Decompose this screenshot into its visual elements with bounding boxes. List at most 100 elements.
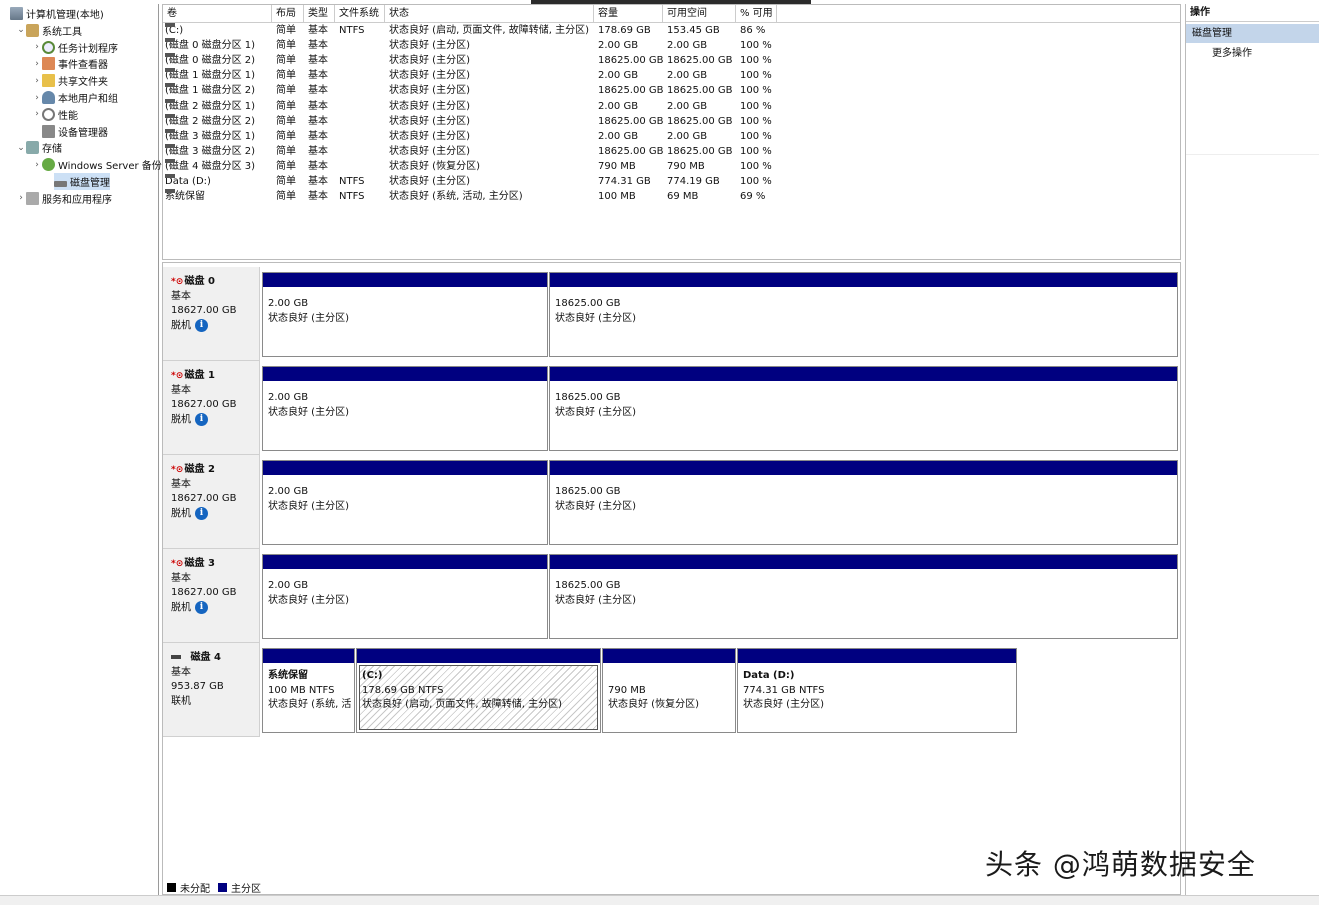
tree-item[interactable]: › 事件查看器 [0, 55, 108, 72]
tree-item-label: 设备管理器 [58, 127, 108, 139]
column-header[interactable]: 类型 [304, 5, 335, 23]
table-cell: (磁盘 4 磁盘分区 3) [165, 158, 256, 174]
collapse-chevron-icon[interactable]: › [32, 109, 42, 119]
table-cell-text: 100 % [740, 160, 772, 172]
collapse-chevron-icon[interactable]: › [32, 76, 42, 86]
tree-item[interactable]: 磁盘管理 [54, 173, 110, 190]
column-header[interactable]: 容量 [594, 5, 663, 23]
more-actions-link[interactable]: 更多操作 [1212, 46, 1252, 62]
table-cell-text: 100 % [740, 70, 772, 82]
table-cell-text: 100 % [740, 130, 772, 142]
table-row[interactable]: Data (D:) 简单 基本 NTFS 状态良好 (主分区) 774.31 GB 774.… [163, 174, 943, 189]
table-row[interactable]: (磁盘 4 磁盘分区 3) 简单 基本 状态良好 (恢复分区) 790 MB 790 MB… [163, 158, 943, 174]
disk-info-1[interactable]: *⊙ 磁盘 1 基本 18627.00 GB 脱机 i [163, 361, 260, 455]
partition[interactable]: 系统保留 100 MB NTFS 状态良好 (系统, 活动, 主分区) [262, 648, 355, 733]
collapse-chevron-icon[interactable]: › [16, 193, 26, 203]
tree-item[interactable]: 计算机管理(本地) [0, 5, 104, 22]
tree-item[interactable]: ⌄ 存储 [0, 139, 62, 156]
info-icon[interactable]: i [195, 600, 208, 614]
table-cell: 2.00 GB [598, 129, 638, 144]
table-row[interactable]: (磁盘 0 磁盘分区 2) 简单 基本 状态良好 (主分区) 18625.00 GB 18… [163, 53, 943, 68]
tree-item[interactable]: 设备管理器 [0, 123, 108, 140]
column-header[interactable]: 布局 [272, 5, 304, 23]
info-icon[interactable]: i [195, 412, 208, 426]
disk-info-2[interactable]: *⊙ 磁盘 2 基本 18627.00 GB 脱机 i [163, 455, 260, 549]
table-cell-text: 18625.00 GB [598, 85, 664, 97]
table-cell-text: 69 % [740, 191, 766, 203]
tree-item[interactable]: ⌄ 系统工具 [0, 22, 82, 39]
table-row[interactable]: (磁盘 1 磁盘分区 2) 简单 基本 状态良好 (主分区) 18625.00 GB 18… [163, 83, 943, 98]
table-cell-text: 状态良好 (主分区) [389, 70, 470, 82]
partition-size: 18625.00 GB [555, 298, 621, 309]
table-row[interactable]: (磁盘 2 磁盘分区 2) 简单 基本 状态良好 (主分区) 18625.00 GB 18… [163, 113, 943, 129]
tree-item[interactable]: › 性能 [0, 106, 78, 123]
partition[interactable]: 2.00 GB 状态良好 (主分区) [262, 366, 548, 451]
tree-item[interactable]: › 共享文件夹 [0, 72, 108, 89]
partition[interactable]: 2.00 GB 状态良好 (主分区) [262, 460, 548, 545]
table-row[interactable]: (磁盘 0 磁盘分区 1) 简单 基本 状态良好 (主分区) 2.00 GB 2.00 G… [163, 38, 943, 53]
table-cell-text: (磁盘 4 磁盘分区 3) [165, 160, 256, 172]
column-header[interactable]: 状态 [385, 5, 594, 23]
table-row[interactable]: (磁盘 1 磁盘分区 1) 简单 基本 状态良好 (主分区) 2.00 GB 2.00 G… [163, 68, 943, 83]
partition[interactable]: (C:) 178.69 GB NTFS 状态良好 (启动, 页面文件, 故障转储, … [356, 648, 601, 733]
table-cell: (C:) [165, 23, 183, 38]
tree-item[interactable]: › 本地用户和组 [0, 89, 118, 106]
table-cell-text: 简单 [276, 70, 296, 82]
table-row[interactable]: (磁盘 3 磁盘分区 1) 简单 基本 状态良好 (主分区) 2.00 GB 2.00 G… [163, 128, 943, 144]
table-cell: 18625.00 GB [598, 144, 664, 159]
table-cell-text: (磁盘 2 磁盘分区 2) [165, 115, 256, 127]
tree-item[interactable]: › 任务计划程序 [0, 39, 118, 56]
collapse-chevron-icon[interactable]: › [32, 42, 42, 52]
table-row[interactable]: (磁盘 2 磁盘分区 1) 简单 基本 状态良好 (主分区) 2.00 GB 2.00 G… [163, 98, 943, 114]
navigation-tree: 计算机管理(本地) ⌄ 系统工具 › 任务计划程序 › 事件查看器 › 共享文件夹 › 本地用户和组… [0, 4, 162, 895]
expand-chevron-icon[interactable]: ⌄ [16, 25, 26, 35]
partition[interactable]: 18625.00 GB 状态良好 (主分区) [549, 554, 1178, 639]
volume-icon [165, 113, 175, 118]
column-header[interactable]: 可用空间 [663, 5, 736, 23]
table-cell: 100 % [740, 159, 772, 174]
disk-info-3[interactable]: *⊙ 磁盘 3 基本 18627.00 GB 脱机 i [163, 549, 260, 643]
partition[interactable]: 18625.00 GB 状态良好 (主分区) [549, 272, 1178, 357]
info-icon[interactable]: i [195, 506, 208, 520]
collapse-chevron-icon[interactable]: › [32, 59, 42, 69]
tree-item[interactable]: › 服务和应用程序 [0, 190, 112, 207]
table-cell: 790 MB [598, 159, 636, 174]
table-cell: 2.00 GB [667, 68, 707, 83]
partition[interactable]: 18625.00 GB 状态良好 (主分区) [549, 366, 1178, 451]
table-cell: (磁盘 1 磁盘分区 2) [165, 83, 255, 98]
expand-chevron-icon[interactable]: ⌄ [16, 143, 26, 153]
partition[interactable]: 2.00 GB 状态良好 (主分区) [262, 272, 548, 357]
table-cell-text: 基本 [308, 160, 328, 172]
table-cell: 基本 [308, 129, 328, 144]
table-cell: 基本 [308, 83, 328, 98]
actions-disk-management[interactable]: 磁盘管理 [1186, 24, 1319, 43]
partition[interactable]: 790 MB 状态良好 (恢复分区) [602, 648, 736, 733]
table-cell: 2.00 GB [667, 38, 707, 53]
table-cell-text: 2.00 GB [598, 130, 639, 142]
partition-size: 100 MB NTFS [268, 684, 335, 696]
disk-status-text: 脱机 [171, 414, 191, 425]
info-icon[interactable]: i [195, 318, 208, 332]
table-row[interactable]: (C:) 简单 基本 NTFS 状态良好 (启动, 页面文件, 故障转储, 主分区) 17… [163, 23, 943, 38]
collapse-chevron-icon[interactable]: › [32, 160, 42, 170]
collapse-chevron-icon[interactable]: › [32, 93, 42, 103]
disk-info-4[interactable]: 磁盘 4 基本 953.87 GB 联机 [163, 643, 260, 737]
partition-text: 2.00 GB 状态良好 (主分区) [268, 485, 544, 514]
tree-item-label: Windows Server 备份 [58, 161, 162, 173]
table-cell-text: 18625.00 GB [667, 145, 733, 157]
column-header[interactable]: % 可用 [736, 5, 777, 23]
table-row[interactable]: 系统保留 简单 基本 NTFS 状态良好 (系统, 活动, 主分区) 100 MB 69 M… [163, 189, 943, 204]
disk-info-0[interactable]: *⊙ 磁盘 0 基本 18627.00 GB 脱机 i [163, 267, 260, 361]
table-cell: 简单 [276, 23, 296, 38]
column-header[interactable]: 卷 [163, 5, 272, 23]
tree-item[interactable]: › Windows Server 备份 [0, 156, 162, 173]
disk-name: *⊙ 磁盘 3 [171, 557, 259, 572]
partition[interactable]: 2.00 GB 状态良好 (主分区) [262, 554, 548, 639]
table-cell: 简单 [276, 189, 296, 204]
partition[interactable]: Data (D:) 774.31 GB NTFS 状态良好 (主分区) [737, 648, 1017, 733]
column-header[interactable]: 文件系统 [335, 5, 385, 23]
disk-size: 18627.00 GB [171, 399, 237, 410]
partition[interactable]: 18625.00 GB 状态良好 (主分区) [549, 460, 1178, 545]
partition-status: 状态良好 (启动, 页面文件, 故障转储, 主分区) [362, 699, 563, 710]
table-row[interactable]: (磁盘 3 磁盘分区 2) 简单 基本 状态良好 (主分区) 18625.00 GB 18… [163, 143, 943, 159]
